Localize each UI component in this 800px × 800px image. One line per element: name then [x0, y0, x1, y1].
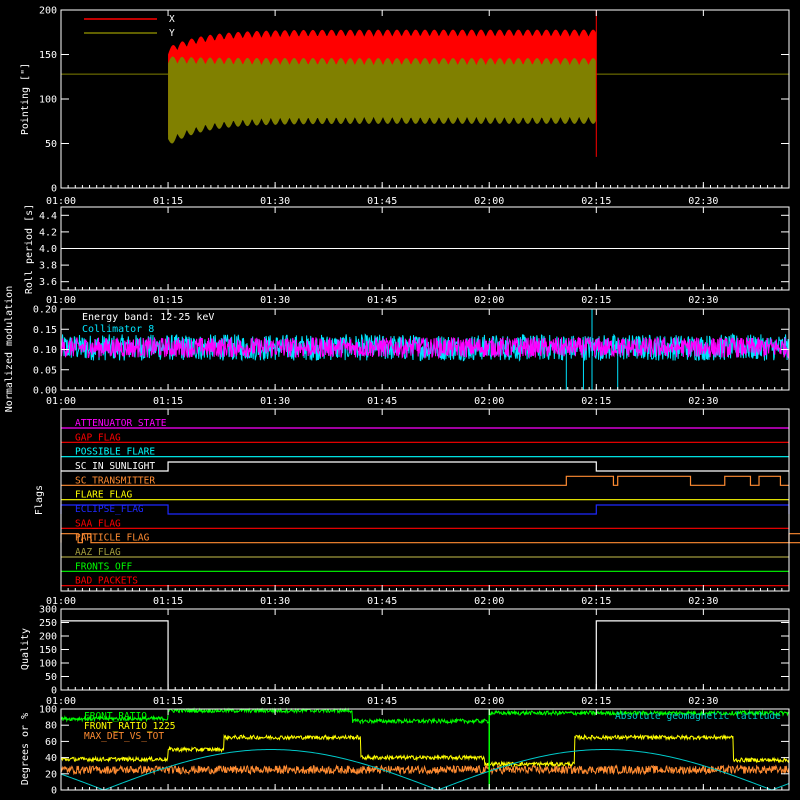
collimator-legend: Collimator 8 [82, 324, 154, 335]
x-tick-label: 02:15 [581, 596, 611, 607]
modulation-ylabel: Normalized modulation [4, 286, 15, 412]
x-tick-label: 02:30 [688, 196, 718, 207]
y-tick-label: 4.2 [39, 227, 57, 238]
flag-label: FRONTS_OFF [75, 561, 132, 572]
figure: 01:00 01:15 01:30 01:45 02:00 02:15 02:30 0 50 10… [0, 0, 800, 800]
energy-band-annotation: Energy band: 12-25 keV [82, 312, 214, 323]
y-tick-label: 0 [51, 184, 57, 195]
y-tick-label: 250 [39, 618, 57, 629]
x-tick-label: 02:15 [581, 295, 611, 306]
y-tick-label: 3.8 [39, 261, 57, 272]
y-tick-label: 4.4 [39, 211, 57, 222]
x-tick-label: 01:00 [46, 196, 76, 207]
y-tick-label: 0 [51, 686, 57, 697]
quality-ylabel: Quality [20, 628, 31, 670]
y-tick-label: 100 [39, 659, 57, 670]
x-tick-label: 01:15 [153, 196, 183, 207]
y-tick-label: 0.10 [33, 345, 57, 356]
flag-label: SC_TRANSMITTER [75, 475, 155, 486]
x-tick-label: 02:00 [474, 396, 504, 407]
x-tick-label: 01:30 [260, 196, 290, 207]
flag-label: GAP_FLAG [75, 432, 121, 443]
y-tick-label: 0 [51, 786, 57, 797]
y-tick-label: 4.0 [39, 244, 57, 255]
y-tick-label: 80 [45, 721, 57, 732]
x-tick-label: 02:30 [688, 396, 718, 407]
flag-label: ECLIPSE_FLAG [75, 504, 144, 515]
x-tick-label: 02:15 [581, 196, 611, 207]
y-tick-label: 0.20 [33, 305, 57, 316]
flags-ylabel: Flags [34, 485, 45, 515]
y-tick-label: 150 [39, 50, 57, 61]
x-tick-label: 02:00 [474, 596, 504, 607]
y-tick-label: 200 [39, 632, 57, 643]
x-tick-label: 01:15 [153, 596, 183, 607]
x-tick-label: 01:45 [367, 295, 397, 306]
x-tick-label: 02:30 [688, 295, 718, 306]
x-tick-label: 01:15 [153, 396, 183, 407]
x-tick-label: 02:15 [581, 696, 611, 707]
y-tick-label: 300 [39, 605, 57, 616]
y-tick-label: 60 [45, 737, 57, 748]
x-tick-label: 01:45 [367, 696, 397, 707]
flag-label: SC_IN_SUNLIGHT [75, 461, 155, 472]
y-tick-label: 3.6 [39, 277, 57, 288]
y-tick-label: 0.15 [33, 325, 57, 336]
x-tick-label: 01:15 [153, 696, 183, 707]
x-tick-label: 02:15 [581, 396, 611, 407]
y-tick-label: 20 [45, 769, 57, 780]
x-tick-label: 01:15 [153, 295, 183, 306]
flag-label: ATTENUATOR_STATE [75, 418, 167, 429]
y-tick-label: 50 [45, 139, 57, 150]
flag-label: POSSIBLE_FLARE [75, 447, 155, 458]
y-tick-label: 200 [39, 6, 57, 17]
x-tick-label: 01:30 [260, 696, 290, 707]
y-tick-label: 40 [45, 753, 57, 764]
ratios-ylabel: Degrees or % [20, 713, 31, 785]
x-tick-label: 01:45 [367, 596, 397, 607]
y-tick-label: 150 [39, 645, 57, 656]
flag-label: AAZ_FLAG [75, 547, 121, 558]
flag-label: PARTICLE_FLAG [75, 533, 150, 544]
x-tick-label: 02:00 [474, 295, 504, 306]
y-tick-label: 0.00 [33, 386, 57, 397]
x-tick-label: 01:45 [367, 396, 397, 407]
pointing-ylabel: Pointing ["] [20, 63, 31, 135]
y-tick-label: 50 [45, 672, 57, 683]
x-tick-label: 01:30 [260, 295, 290, 306]
y-tick-label: 100 [39, 705, 57, 716]
y-tick-label: 100 [39, 95, 57, 106]
legend-geomag-latitude: Absolute geomagnetic latitude [615, 711, 781, 722]
flag-label: SAA_FLAG [75, 518, 121, 529]
x-tick-label: 02:30 [688, 696, 718, 707]
legend-x-label: X [169, 14, 175, 25]
x-tick-label: 01:30 [260, 396, 290, 407]
roll-period-ylabel: Roll period [s] [24, 204, 35, 294]
x-tick-label: 02:00 [474, 696, 504, 707]
x-tick-label: 01:30 [260, 596, 290, 607]
x-tick-label: 02:30 [688, 596, 718, 607]
x-tick-label: 02:00 [474, 196, 504, 207]
flag-label: BAD_PACKETS [75, 576, 138, 587]
x-tick-label: 01:00 [46, 396, 76, 407]
legend-max-det: MAX_DET_VS_TOT [84, 731, 164, 742]
y-tick-label: 0.05 [33, 365, 57, 376]
x-tick-label: 01:45 [367, 196, 397, 207]
legend-y-label: Y [169, 28, 175, 39]
flag-label: FLARE_FLAG [75, 490, 132, 501]
